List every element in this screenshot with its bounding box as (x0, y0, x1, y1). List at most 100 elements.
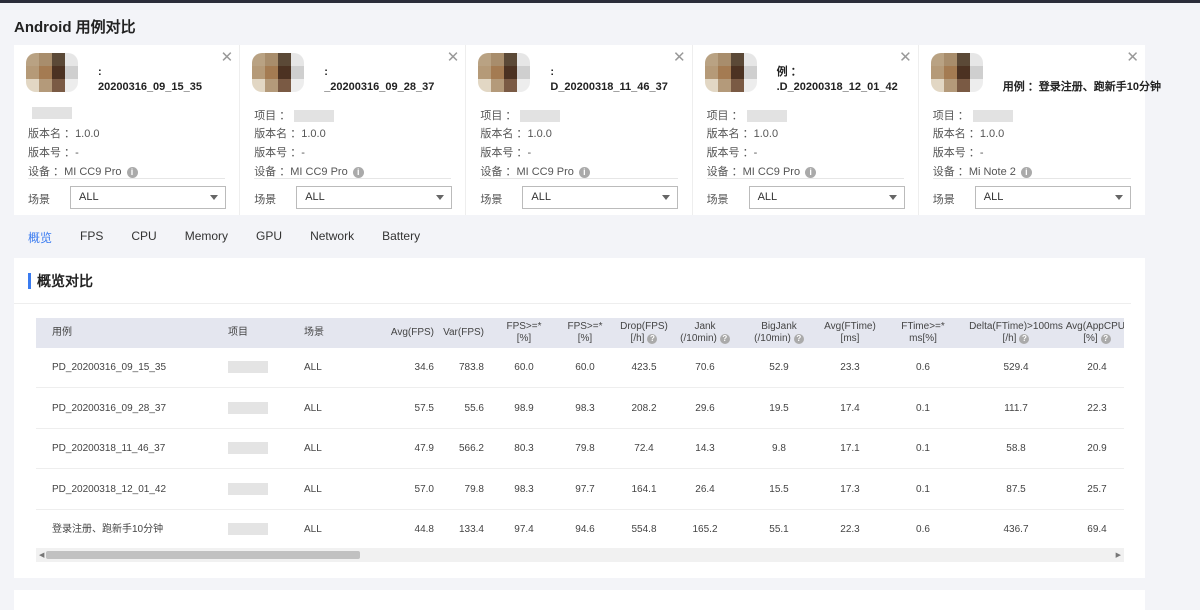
version-code-row: 版本号 ：- (932, 147, 984, 159)
tab-fps[interactable]: FPS (80, 229, 103, 246)
table-cell: ALL (304, 443, 322, 454)
scene-label: 场景 (480, 194, 503, 206)
scene-label: 场景 (254, 194, 277, 206)
version-code-row: 版本号 ：- (254, 147, 305, 159)
divider (14, 303, 1131, 304)
divider (706, 178, 904, 179)
table-row[interactable]: PD_20200318_11_46_37 ALL 47.9 566.2 80.3 79.8… (36, 429, 1124, 469)
table-cell: 57.5 (414, 402, 434, 414)
project-row (28, 107, 72, 120)
column-header: 项目 (228, 327, 248, 338)
case-title: : _20200316_09_28_37 (324, 66, 435, 93)
info-icon[interactable]: i (578, 166, 590, 178)
case-card: ✕ 用例 ：登录注册、跑新手10分钟 项目 ： 版本名 ：1.0.0 版本号 ：… (919, 45, 1161, 215)
blurred-avatar (252, 53, 305, 92)
table-cell: ALL (304, 362, 322, 373)
tab-bar: 概览 FPS CPU Memory GPU Network Battery (28, 229, 448, 246)
table-cell: 44.8 (414, 524, 434, 535)
scene-label: 场景 (706, 194, 729, 206)
info-icon[interactable]: i (1020, 166, 1032, 178)
version-code-row: 版本号 ：- (480, 147, 532, 159)
column-header: Avg(FPS) (390, 327, 434, 338)
scene-select[interactable]: ALL (974, 186, 1131, 209)
case-title: : D_20200318_11_46_37 (550, 66, 668, 93)
blurred-project (228, 401, 268, 414)
table-cell: 20.9 (1087, 443, 1107, 454)
close-icon[interactable]: ✕ (221, 48, 234, 66)
case-cards: ✕ :20200316_09_15_35 版本名 ：1.0.0 版本号 ：- 设… (14, 45, 1161, 215)
version-name-row: 版本名 ：1.0.0 (28, 128, 100, 140)
scene-select[interactable]: ALL (522, 186, 679, 209)
scene-label: 场景 (28, 194, 50, 206)
tab-memory[interactable]: Memory (185, 229, 228, 246)
scene-select[interactable]: ALL (296, 186, 453, 209)
case-card: ✕ 例 ： .D_20200318_12_01_42 项目 ： 版本名 ：1.0.… (693, 45, 919, 215)
version-code-row: 版本号 ：- (28, 147, 79, 159)
overview-table: 用例 项目 场景 Avg(FPS) Var(FPS) FPS>=* [%] FPS>=* [%]… (36, 318, 1124, 548)
column-header: 用例 (52, 327, 72, 338)
table-row[interactable]: PD_20200316_09_15_35 ALL 34.6 783.8 60.0 60.0… (36, 348, 1124, 388)
blurred-avatar (478, 53, 531, 92)
table-row[interactable]: PD_20200316_09_28_37 ALL 57.5 55.6 98.9 98.3 2… (36, 389, 1124, 429)
close-icon[interactable]: ✕ (1126, 48, 1139, 66)
project-row: 项目 ： (707, 107, 787, 123)
close-icon[interactable]: ✕ (447, 48, 460, 66)
table-cell (228, 442, 268, 458)
divider (480, 178, 678, 179)
column-header: 场景 (304, 327, 324, 338)
page-title: Android 用例对比 (14, 19, 136, 36)
chevron-down-icon (888, 195, 897, 200)
table-cell: 22.3 (1087, 402, 1107, 414)
tab-network[interactable]: Network (310, 229, 354, 246)
blurred-project (32, 107, 72, 120)
tab-overview[interactable]: 概览 (28, 229, 52, 246)
chevron-down-icon (436, 195, 445, 200)
chevron-down-icon (1114, 195, 1123, 200)
tab-battery[interactable]: Battery (382, 229, 420, 246)
column-header: Avg(AppCPU) [%]? (1065, 321, 1124, 344)
info-icon[interactable]: i (352, 166, 364, 178)
project-row: 项目 ： (480, 107, 561, 123)
table-cell: PD_20200316_09_28_37 (52, 402, 166, 414)
close-icon[interactable]: ✕ (673, 48, 686, 66)
blurred-project (294, 110, 335, 123)
scroll-left-icon[interactable]: ◀ (39, 551, 44, 559)
table-cell: 20.4 (1087, 362, 1107, 373)
case-card: ✕ :20200316_09_15_35 版本名 ：1.0.0 版本号 ：- 设… (14, 45, 241, 215)
close-icon[interactable]: ✕ (899, 48, 912, 66)
blurred-project (228, 361, 268, 373)
blurred-project (228, 523, 268, 535)
scene-select[interactable]: ALL (70, 186, 226, 209)
table-cell (228, 523, 268, 539)
scrollbar-thumb[interactable] (46, 551, 360, 559)
version-name-row: 版本名 ：1.0.0 (480, 128, 552, 140)
info-icon[interactable]: i (805, 166, 817, 178)
version-name-row: 版本名 ：1.0.0 (706, 128, 779, 140)
help-icon[interactable]: ? (1100, 334, 1111, 344)
panel-title: 概览对比 (28, 273, 93, 289)
table-cell: PD_20200318_12_01_42 (52, 483, 166, 495)
table-cell: 69.4 (1087, 524, 1107, 535)
project-row: 项目 ： (254, 107, 335, 123)
help-icon[interactable]: ? (1019, 334, 1030, 344)
device-row: 设备 ：MI CC9 Pro i (707, 163, 817, 179)
device-row: 设备 ：MI CC9 Pro i (480, 163, 590, 179)
case-title: 例 ： .D_20200318_12_01_42 (776, 66, 898, 93)
table-cell: ALL (304, 402, 322, 414)
blurred-project (228, 482, 268, 495)
tab-gpu[interactable]: GPU (256, 229, 282, 246)
scroll-right-icon[interactable]: ▶ (1116, 551, 1121, 559)
info-icon[interactable]: i (126, 166, 138, 178)
blurred-project (520, 110, 561, 123)
table-row[interactable]: PD_20200318_12_01_42 ALL 57.0 79.8 98.3 97.7 1… (36, 470, 1124, 510)
device-row: 设备 ：MI CC9 Pro i (28, 163, 138, 179)
blurred-project (746, 110, 787, 123)
table-cell: 34.6 (414, 362, 434, 373)
horizontal-scrollbar[interactable]: ◀ ▶ (36, 548, 1124, 562)
blurred-project (228, 442, 268, 454)
scene-select[interactable]: ALL (748, 186, 905, 209)
table-cell (228, 401, 268, 418)
table-row[interactable]: 登录注册、跑新手10分钟 ALL 44.8 133.4 97.4 94.6 554.8 165… (36, 510, 1124, 548)
tab-cpu[interactable]: CPU (131, 229, 156, 246)
version-name-row: 版本名 ：1.0.0 (932, 128, 1005, 140)
